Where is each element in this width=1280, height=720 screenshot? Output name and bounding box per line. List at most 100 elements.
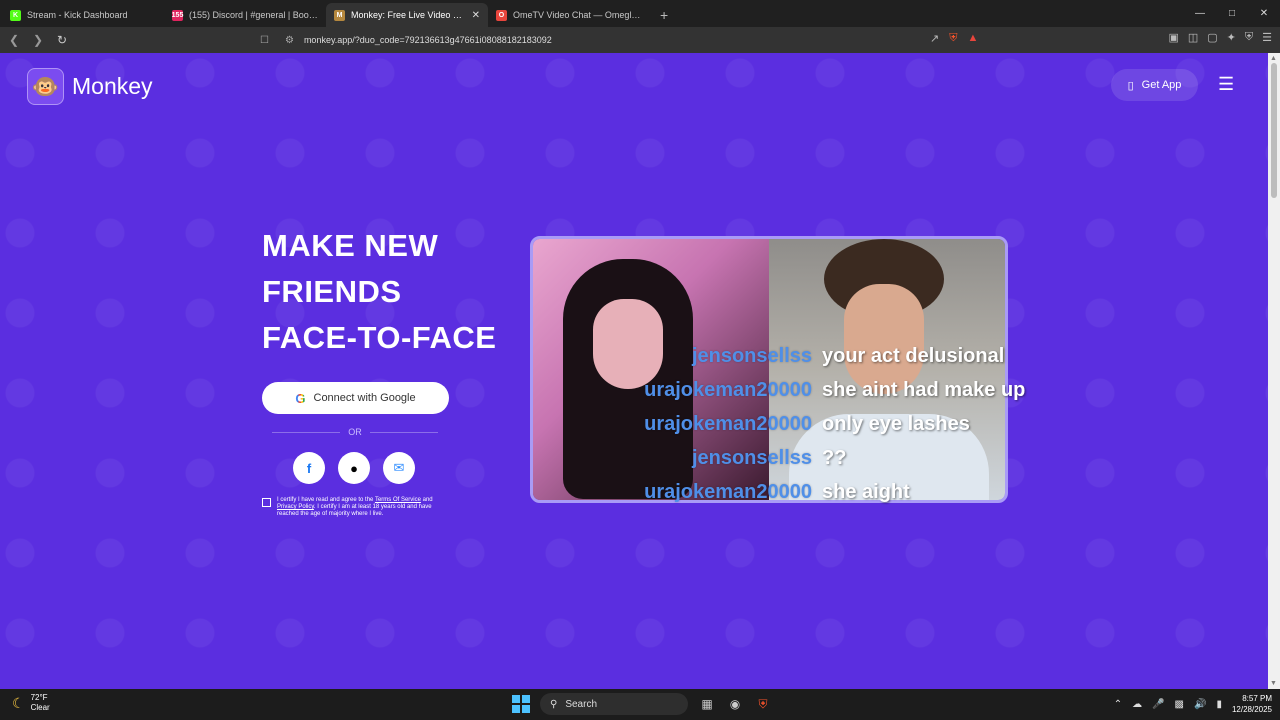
minimize-icon[interactable]: — <box>1184 0 1216 27</box>
wallet-icon[interactable]: ▢ <box>1207 31 1217 44</box>
age-consent: I certify I have read and agree to the T… <box>262 497 452 518</box>
chat-text: your act delusional <box>822 345 1005 367</box>
get-app-label: Get App <box>1141 79 1182 91</box>
weather-widget[interactable]: ☾ 72°F Clear <box>12 693 50 713</box>
search-icon: ⚲ <box>550 698 558 710</box>
share-icon[interactable]: ↗ <box>930 32 939 45</box>
system-tray: ⌃ ☁ 🎤 ▩ 🔊 ▮ 8:57 PM 12/28/2025 <box>1114 693 1272 715</box>
kick-icon: K <box>10 9 21 21</box>
browser-tab[interactable]: O OmeTV Video Chat — Omegle Re <box>488 3 650 27</box>
or-label: OR <box>348 427 362 437</box>
consent-checkbox[interactable] <box>262 498 271 507</box>
url-text[interactable]: monkey.app/?duo_code=792136613g47661i080… <box>304 35 552 45</box>
brand-name: Monkey <box>72 73 153 99</box>
extensions: ↗ ⛨ ▲ <box>930 32 978 45</box>
hero-headline: MAKE NEW FRIENDS FACE-TO-FACE <box>262 223 497 361</box>
brave-shield-icon[interactable]: ⛨ <box>949 32 957 45</box>
browser-tab[interactable]: K Stream - Kick Dashboard <box>2 3 164 27</box>
back-icon[interactable]: ❮ <box>4 33 24 47</box>
privacy-link[interactable]: Privacy Policy <box>277 504 314 510</box>
apple-icon: ● <box>350 460 358 476</box>
chat-username: jensonsellss <box>691 345 812 367</box>
new-tab-button[interactable]: + <box>650 3 678 27</box>
network-icon[interactable]: ▩ <box>1175 699 1184 710</box>
monkey-page: 🐵 Monkey ▯ Get App ☰ MAKE NEW FRIENDS FA… <box>0 53 1268 689</box>
browser-tab[interactable]: 155 (155) Discord | #general | Boogs <box>164 3 326 27</box>
weather-temp: 72°F <box>30 693 48 702</box>
clock-date: 12/28/2025 <box>1231 705 1272 714</box>
scroll-up-icon[interactable]: ▲ <box>1270 55 1277 62</box>
chat-text: only eye lashes <box>822 413 970 435</box>
headline-line-2: FRIENDS <box>262 274 402 309</box>
chat-username: urajokeman20000 <box>644 413 812 435</box>
cloud-icon[interactable]: ☁ <box>1132 699 1142 710</box>
taskbar: ☾ 72°F Clear ⚲ Search ▦ ◉ ⛨ ⌃ ☁ 🎤 ▩ 🔊 ▮ … <box>0 689 1280 720</box>
consent-text: I certify I have read and agree to the T… <box>277 497 433 517</box>
tab-strip: K Stream - Kick Dashboard 155 (155) Discord… <box>0 0 1280 27</box>
ometv-icon: O <box>496 9 507 21</box>
windows-start-icon[interactable] <box>512 695 530 713</box>
microphone-icon[interactable]: 🎤 <box>1152 699 1164 710</box>
terms-link[interactable]: Terms Of Service <box>375 497 421 503</box>
clock[interactable]: 8:57 PM 12/28/2025 <box>1232 693 1272 715</box>
clock-time: 8:57 PM <box>1242 694 1272 703</box>
sidebar-icon[interactable]: ◫ <box>1188 31 1198 44</box>
discord-icon: 155 <box>171 9 184 21</box>
mail-icon: ✉ <box>393 460 405 475</box>
tray-overflow-icon[interactable]: ⌃ <box>1114 699 1122 710</box>
taskbar-apps: ⚲ Search ▦ ◉ ⛨ <box>512 693 772 715</box>
brave-browser-icon[interactable]: ⛨ <box>754 695 772 713</box>
chat-username: urajokeman20000 <box>644 379 812 401</box>
phone-icon: ▯ <box>1127 79 1134 92</box>
leo-icon[interactable]: ✦ <box>1227 31 1236 44</box>
forward-icon[interactable]: ❯ <box>28 33 48 47</box>
chat-username: jensonsellss <box>691 447 812 469</box>
brave-rewards-icon[interactable]: ▲ <box>967 32 978 45</box>
connect-google-button[interactable]: G Connect with Google <box>262 382 449 414</box>
hamburger-menu-icon[interactable]: ☰ <box>1218 75 1236 93</box>
headline-line-1: MAKE NEW <box>262 228 439 263</box>
facebook-icon: f <box>306 460 312 476</box>
task-view-icon[interactable]: ▦ <box>698 695 716 713</box>
browser-tab[interactable]: M Monkey: Free Live Video Chat to ✕ <box>326 3 488 27</box>
tab-title: Monkey: Free Live Video Chat to <box>351 10 466 20</box>
chat-username: urajokeman20000 <box>644 481 812 503</box>
taskbar-search-label: Search <box>565 698 598 710</box>
monkey-logo-icon: 🐵 <box>27 68 64 105</box>
moon-icon: ☾ <box>12 695 25 711</box>
window-controls: — □ ✕ <box>1184 0 1280 27</box>
chat-text: ?? <box>822 447 847 469</box>
or-divider: OR <box>272 427 438 437</box>
facebook-login-button[interactable]: f <box>293 452 325 484</box>
monkey-icon: M <box>334 9 345 21</box>
browser-menu-icon[interactable]: ☰ <box>1262 31 1272 44</box>
tab-search-icon[interactable]: ▣ <box>1168 31 1178 44</box>
battery-icon[interactable]: ▮ <box>1216 699 1222 710</box>
volume-icon[interactable]: 🔊 <box>1194 699 1206 710</box>
close-tab-icon[interactable]: ✕ <box>472 10 480 21</box>
scroll-thumb[interactable] <box>1271 63 1277 198</box>
brand-logo[interactable]: 🐵 Monkey <box>27 68 153 105</box>
bookmark-icon[interactable]: ☐ <box>260 35 269 46</box>
maximize-icon[interactable]: □ <box>1216 0 1248 27</box>
apple-login-button[interactable]: ● <box>338 452 370 484</box>
headline-line-3: FACE-TO-FACE <box>262 320 497 355</box>
chat-text: she aint had make up <box>822 379 1026 401</box>
tab-title: Stream - Kick Dashboard <box>27 10 128 20</box>
close-window-icon[interactable]: ✕ <box>1248 0 1280 27</box>
obs-icon[interactable]: ◉ <box>726 695 744 713</box>
site-settings-icon[interactable]: ⚙ <box>285 35 294 46</box>
taskbar-search[interactable]: ⚲ Search <box>540 693 688 715</box>
get-app-button[interactable]: ▯ Get App <box>1111 69 1198 101</box>
browser-toolbar: ❮ ❯ ↻ ☐ ⚙ monkey.app/?duo_code=792136613… <box>0 27 1280 53</box>
chat-text: she aight <box>822 481 910 503</box>
address-bar[interactable]: ☐ ⚙ monkey.app/?duo_code=792136613g47661… <box>260 30 1000 50</box>
weather-condition: Clear <box>30 703 50 712</box>
email-login-button[interactable]: ✉ <box>383 452 415 484</box>
google-icon: G <box>295 390 306 406</box>
reload-icon[interactable]: ↻ <box>52 33 72 47</box>
connect-google-label: Connect with Google <box>313 392 416 404</box>
vpn-icon[interactable]: ⛨ <box>1245 31 1253 44</box>
scroll-down-icon[interactable]: ▼ <box>1270 680 1277 687</box>
page-scrollbar[interactable]: ▲ ▼ <box>1268 53 1280 689</box>
